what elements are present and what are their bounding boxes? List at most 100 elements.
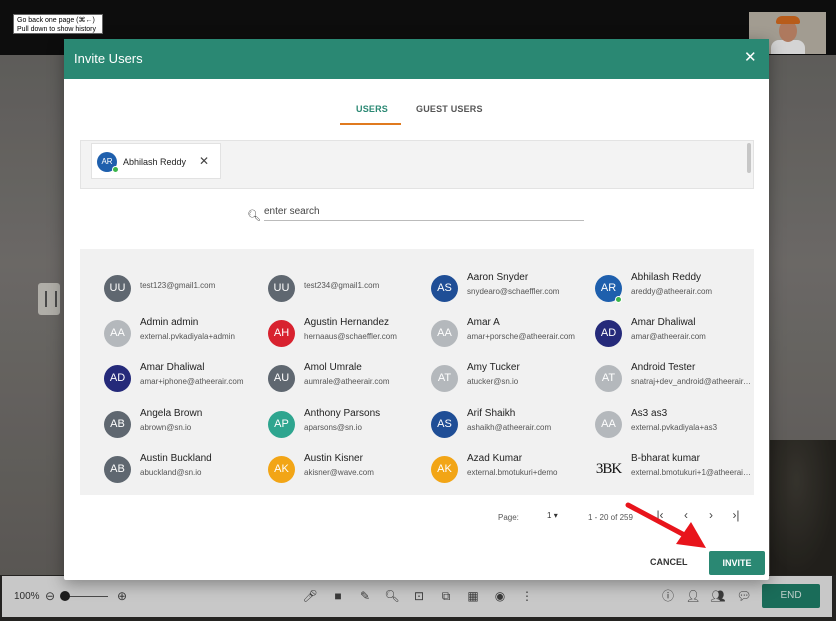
user-list-item[interactable]: AT Android Tester snatraj+dev_android@athe… — [591, 359, 751, 399]
user-email: aumrale@atheerair.com — [304, 377, 390, 386]
avatar: AD — [104, 365, 131, 392]
user-name: Azad Kumar — [467, 453, 523, 464]
avatar: AA — [431, 320, 458, 347]
call-toolbar: 100% ⊖ ⊕ 🎤︎ ■ ✎ 🔍︎ ⊡ ⧉ ▦ ◉ ⋮ ⓘ 👤︎ 👥︎ 💬︎ … — [2, 576, 832, 617]
user-list-item[interactable]: AR Abhilash Reddy areddy@atheerair.com — [591, 269, 751, 309]
user-email: atucker@sn.io — [467, 377, 519, 386]
record-icon[interactable]: ◉ — [492, 588, 508, 604]
user-name: Austin Kisner — [304, 453, 363, 464]
user-list-item[interactable]: AD Amar Dhaliwal amar@atheerair.com — [591, 314, 751, 354]
user-name: Austin Buckland — [140, 453, 212, 464]
user-list-item[interactable]: AP Anthony Parsons aparsons@sn.io — [264, 405, 424, 445]
user-name: Angela Brown — [140, 408, 203, 419]
close-icon[interactable]: ✕ — [744, 50, 757, 66]
online-status-dot — [615, 296, 622, 303]
screen-share-icon[interactable]: ⧉ — [438, 588, 454, 604]
user-name: Anthony Parsons — [304, 408, 381, 419]
user-email: abuckland@sn.io — [140, 468, 202, 477]
first-page-icon[interactable]: |‹ — [653, 508, 667, 522]
user-list-item[interactable]: UU test123@gmail1.com — [100, 269, 260, 309]
zoom-slider[interactable] — [64, 596, 108, 597]
pen-icon[interactable]: ✎ — [357, 588, 373, 604]
zoom-slider-handle[interactable] — [60, 591, 70, 601]
tab-users[interactable]: USERS — [356, 104, 388, 114]
user-list-item[interactable]: AT Amy Tucker atucker@sn.io — [427, 359, 587, 399]
user-list-item[interactable]: AS Aaron Snyder snydearo@schaeffler.com — [427, 269, 587, 309]
chat-icon[interactable]: 💬︎ — [736, 588, 752, 604]
user-name: Aaron Snyder — [467, 272, 529, 283]
user-email: test123@gmail1.com — [140, 281, 216, 290]
more-options-icon[interactable]: ⋮ — [519, 588, 535, 604]
user-list-item[interactable]: AA As3 as3 external.pvkadiyala+as3 — [591, 405, 751, 445]
avatar: AB — [104, 411, 131, 438]
selected-users-box: AR Abhilash Reddy ✕ — [80, 140, 754, 189]
user-email: ashaikh@atheerair.com — [467, 423, 552, 432]
invite-users-dialog: Invite Users ✕ USERS GUEST USERS AR Abhi… — [64, 39, 769, 580]
zoom-out-icon[interactable]: ⊖ — [42, 588, 58, 604]
user-email: areddy@atheerair.com — [631, 287, 713, 296]
user-list-item[interactable]: AB Angela Brown abrown@sn.io — [100, 405, 260, 445]
user-list-item[interactable]: AK Austin Kisner akisner@wave.com — [264, 450, 424, 490]
zoom-level: 100% — [14, 591, 40, 602]
user-list-item[interactable]: AB Austin Buckland abuckland@sn.io — [100, 450, 260, 490]
user-email: test234@gmail1.com — [304, 281, 380, 290]
plant-image — [770, 440, 836, 575]
zoom-search-icon[interactable]: 🔍︎ — [384, 588, 400, 604]
user-name: Arif Shaikh — [467, 408, 516, 419]
avatar: AH — [268, 320, 295, 347]
user-name: Agustin Hernandez — [304, 317, 390, 328]
page-select[interactable]: 1 ▾ — [547, 511, 558, 520]
user-list-item[interactable]: AU Amol Umrale aumrale@atheerair.com — [264, 359, 424, 399]
avatar: AD — [595, 320, 622, 347]
avatar: AA — [595, 411, 622, 438]
info-icon[interactable]: ⓘ — [660, 588, 676, 604]
user-list-item[interactable]: AS Arif Shaikh ashaikh@atheerair.com — [427, 405, 587, 445]
user-email: amar@atheerair.com — [631, 332, 706, 341]
layout-grid-icon[interactable]: ▦ — [465, 588, 481, 604]
browser-back-tooltip: Go back one page (⌘←) Pull down to show … — [13, 14, 103, 34]
user-email: aparsons@sn.io — [304, 423, 362, 432]
active-tab-indicator — [340, 123, 401, 125]
participants-icon[interactable]: 👥︎ — [710, 588, 726, 604]
capture-icon[interactable]: ⊡ — [411, 588, 427, 604]
cancel-button[interactable]: CANCEL — [650, 557, 688, 567]
scrollbar[interactable] — [747, 143, 751, 173]
user-list-item[interactable]: AD Amar Dhaliwal amar+iphone@atheerair.com — [100, 359, 260, 399]
remove-chip-icon[interactable]: ✕ — [199, 154, 209, 168]
pagination: Page: 1 ▾ 1 - 20 of 259 |‹ ‹ › ›| — [64, 504, 769, 528]
user-list-item[interactable]: 3BK B-bharat kumar external.bmotukuri+1@at… — [591, 450, 751, 490]
user-email: abrown@sn.io — [140, 423, 192, 432]
user-name: Android Tester — [631, 362, 696, 373]
tooltip-line-2: Pull down to show history — [17, 26, 96, 33]
avatar: AS — [431, 275, 458, 302]
search-input[interactable] — [264, 203, 584, 221]
avatar: AK — [431, 456, 458, 483]
user-email: akisner@wave.com — [304, 468, 374, 477]
user-email: snydearo@schaeffler.com — [467, 287, 560, 296]
user-name: Amy Tucker — [467, 362, 520, 373]
user-name: As3 as3 — [631, 408, 668, 419]
next-page-icon[interactable]: › — [704, 508, 718, 522]
page-select-value: 1 — [547, 511, 552, 520]
user-list-item[interactable]: AA Admin admin external.pvkadiyala+admin — [100, 314, 260, 354]
end-call-button[interactable]: END — [762, 584, 820, 608]
add-person-icon[interactable]: 👤︎ — [685, 588, 701, 604]
dialog-tabs: USERS GUEST USERS — [64, 94, 769, 126]
user-list-item[interactable]: AK Azad Kumar external.bmotukuri+demo — [427, 450, 587, 490]
previous-page-icon[interactable]: ‹ — [679, 508, 693, 522]
online-status-dot — [112, 166, 119, 173]
last-page-icon[interactable]: ›| — [729, 508, 743, 522]
user-email: external.bmotukuri+demo — [467, 468, 558, 477]
zoom-in-icon[interactable]: ⊕ — [114, 588, 130, 604]
camera-icon[interactable]: ■ — [330, 588, 346, 604]
user-email: external.pvkadiyala+admin — [140, 332, 235, 341]
user-list-item[interactable]: UU test234@gmail1.com — [264, 269, 424, 309]
tab-guest-users[interactable]: GUEST USERS — [416, 104, 483, 114]
user-list-item[interactable]: AA Amar A amar+porsche@atheerair.com — [427, 314, 587, 354]
invite-button[interactable]: INVITE — [709, 551, 765, 575]
avatar: AP — [268, 411, 295, 438]
user-list-item[interactable]: AH Agustin Hernandez hernaaus@schaeffler.c… — [264, 314, 424, 354]
avatar: AT — [595, 365, 622, 392]
microphone-icon[interactable]: 🎤︎ — [302, 588, 318, 604]
user-email: external.bmotukuri+1@atheerair.com — [631, 468, 751, 477]
